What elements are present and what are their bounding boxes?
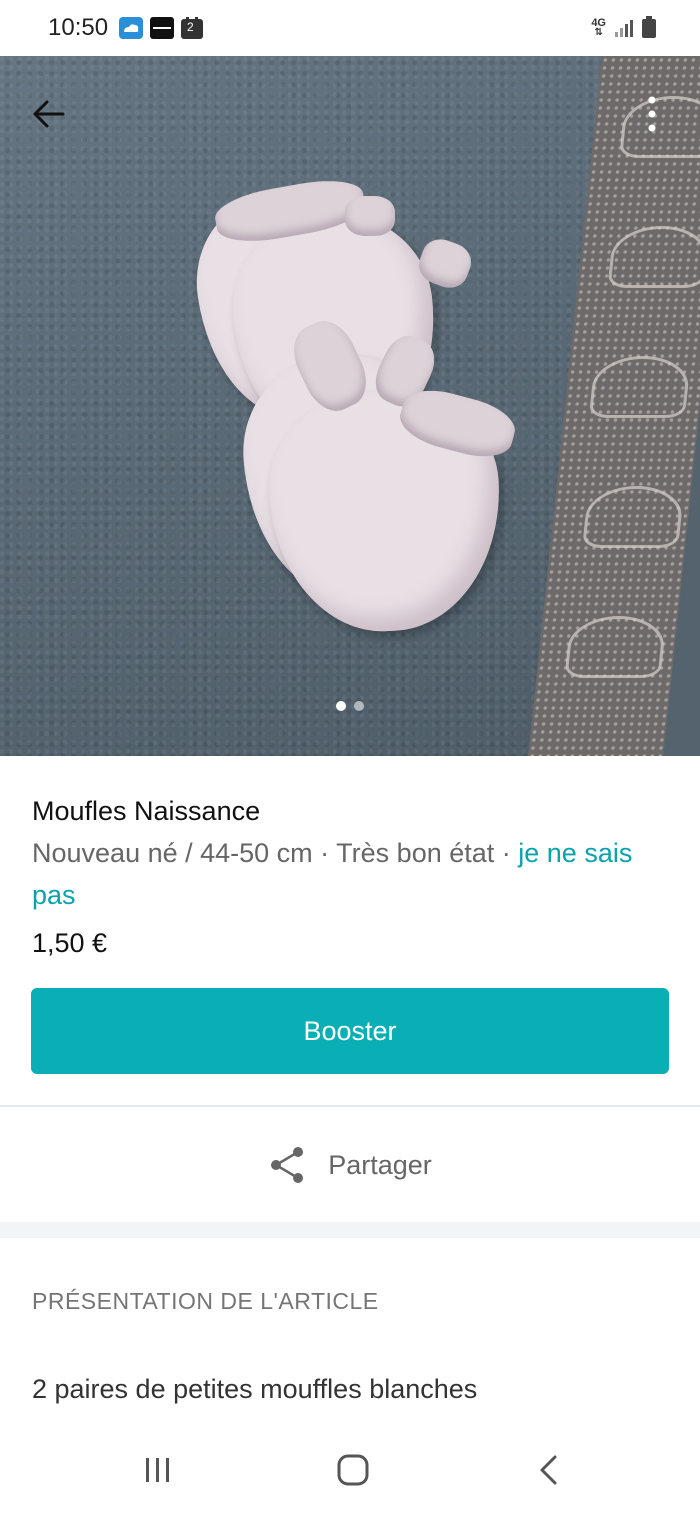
item-size-condition: Nouveau né / 44-50 cm · Très bon état · <box>32 838 519 868</box>
more-options-button[interactable] <box>628 86 676 142</box>
status-time: 10:50 <box>48 14 109 41</box>
recent-apps-icon <box>146 1458 169 1482</box>
calendar-badge: 2 <box>187 20 194 34</box>
home-button[interactable] <box>329 1446 377 1494</box>
back-button[interactable] <box>24 90 72 138</box>
share-label: Partager <box>328 1149 432 1180</box>
booster-button[interactable]: Booster <box>31 988 669 1074</box>
chevron-left-icon <box>540 1455 557 1485</box>
more-vert-icon <box>648 96 656 132</box>
item-photo-gallery[interactable] <box>0 56 700 756</box>
cloud-app-icon <box>119 17 143 39</box>
share-icon <box>271 1147 304 1183</box>
system-nav-bar <box>0 1422 700 1517</box>
status-bar: 10:50 2 4G ⇅ <box>0 0 700 56</box>
back-nav-button[interactable] <box>525 1446 573 1494</box>
divider <box>0 1105 700 1107</box>
description-heading: PRÉSENTATION DE L'ARTICLE <box>32 1288 379 1314</box>
pagination-dot-active[interactable] <box>336 701 346 711</box>
share-button[interactable]: Partager <box>0 1108 700 1222</box>
arrow-back-icon <box>33 100 65 128</box>
signal-icon <box>615 20 633 37</box>
item-details: Nouveau né / 44-50 cm · Très bon état · … <box>32 832 668 916</box>
battery-icon <box>642 16 656 38</box>
news-app-icon <box>150 17 174 39</box>
item-info: Moufles Naissance Nouveau né / 44-50 cm … <box>32 790 668 964</box>
gallery-pagination <box>0 701 700 711</box>
item-title: Moufles Naissance <box>32 796 261 826</box>
item-price: 1,50 € <box>32 928 108 958</box>
pagination-dot[interactable] <box>354 701 364 711</box>
section-separator <box>0 1222 700 1238</box>
description-text: 2 paires de petites mouffles blanches <box>32 1374 478 1404</box>
home-icon <box>337 1454 369 1486</box>
recent-apps-button[interactable] <box>134 1446 182 1494</box>
network-4g-icon: 4G ⇅ <box>591 17 606 38</box>
